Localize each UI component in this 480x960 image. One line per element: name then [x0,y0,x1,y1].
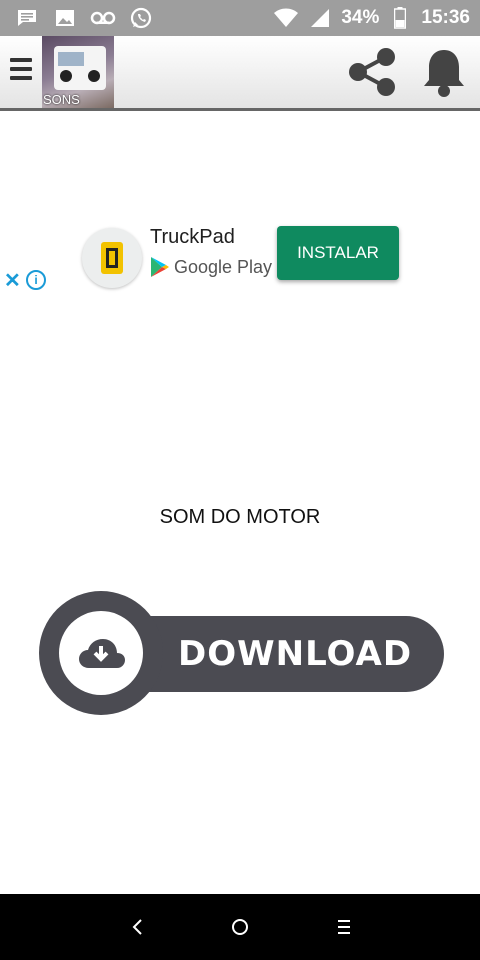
ad-info-icon[interactable]: i [26,270,46,290]
download-circle [39,591,163,715]
message-icon [14,6,40,30]
logo-label: SONS [43,92,80,107]
sound-title: SOM DO MOTOR [159,506,321,528]
menu-icon[interactable] [10,58,32,84]
clock: 15:36 [421,7,470,28]
download-button[interactable]: DOWNLOAD [36,590,446,716]
system-indicators: 34% 15:36 [273,6,470,30]
google-play-icon [151,257,169,277]
share-icon[interactable] [346,46,398,98]
back-icon[interactable] [124,914,152,940]
download-label: DOWNLOAD [178,634,413,674]
wifi-icon [273,6,299,30]
app-bar: SONS [0,36,480,111]
navigation-bar [0,894,480,960]
whatsapp-icon [128,6,154,30]
battery-icon [387,6,413,30]
bell-icon[interactable] [420,46,468,98]
ad-banner: ✕ i TruckPad Google Play INSTALAR [0,222,480,302]
install-button[interactable]: INSTALAR [277,226,399,280]
image-icon [52,6,78,30]
home-icon[interactable] [226,914,254,940]
truck-image [54,46,106,90]
google-play-badge: Google Play [150,256,272,278]
voicemail-icon [90,6,116,30]
truckpad-app-icon[interactable] [82,228,142,288]
signal-icon [307,6,333,30]
app-logo: SONS [42,36,114,108]
store-name: Google Play [174,256,273,277]
recents-icon[interactable] [330,914,358,940]
status-bar: 34% 15:36 [0,0,480,36]
battery-percent: 34% [341,7,380,28]
ad-close-icon[interactable]: ✕ [4,268,21,293]
ad-app-name[interactable]: TruckPad [150,226,235,249]
cloud-download-icon [59,611,143,695]
notification-icons [14,6,154,30]
